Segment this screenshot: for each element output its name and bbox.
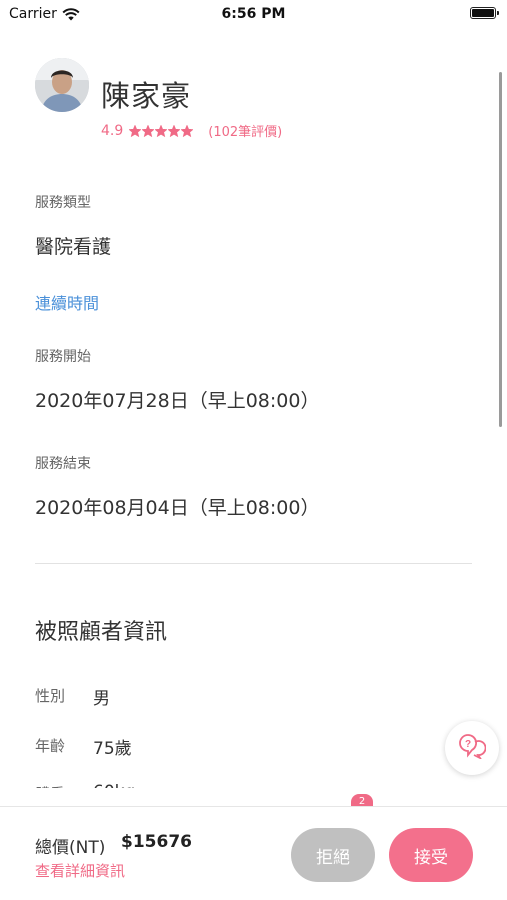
divider (35, 563, 472, 564)
continuous-time-link[interactable]: 連續時間 (35, 290, 99, 314)
service-type-value: 醫院看護 (35, 236, 112, 258)
star-icon (155, 124, 168, 137)
caregiver-name: 陳家豪 (101, 79, 192, 113)
rating-stars (129, 124, 194, 137)
age-value: 75歲 (93, 739, 132, 759)
service-type-label: 服務類型 (35, 195, 91, 211)
weight-label: 體重 (35, 783, 65, 788)
service-end-value: 2020年08月04日（早上08:00） (35, 497, 320, 519)
star-icon (168, 124, 181, 137)
service-start-value: 2020年07月28日（早上08:00） (35, 390, 320, 412)
reject-button[interactable]: 拒絕 (291, 828, 375, 882)
rating-row: 4.9 (102筆評價) (101, 121, 283, 141)
status-bar: Carrier 6:56 PM (0, 0, 507, 28)
svg-text:?: ? (465, 739, 471, 750)
star-icon (142, 124, 155, 137)
avatar (35, 58, 89, 112)
weight-value: 60kg (93, 782, 135, 788)
view-details-link[interactable]: 查看詳細資訊 (35, 860, 125, 881)
gender-label: 性別 (35, 687, 66, 705)
recipient-section-title: 被照顧者資訊 (35, 620, 168, 645)
scrollbar[interactable] (499, 72, 502, 427)
star-icon (181, 124, 194, 137)
gender-value: 男 (93, 689, 110, 709)
rating-score: 4.9 (101, 122, 124, 139)
review-count: (102筆評價) (208, 125, 283, 140)
total-label: 總價(NT) (35, 838, 106, 858)
order-footer: 總價(NT) $15676 查看詳細資訊 拒絕 接受 (0, 806, 507, 900)
chat-question-icon: ? (458, 733, 487, 763)
clock: 6:56 PM (221, 6, 286, 22)
service-start-label: 服務開始 (35, 349, 91, 365)
total-price: $15676 (121, 832, 192, 852)
service-end-label: 服務結束 (35, 456, 91, 472)
accept-button[interactable]: 接受 (389, 828, 473, 882)
battery-icon (470, 7, 499, 19)
help-chat-button[interactable]: ? (445, 721, 499, 775)
star-icon (129, 124, 142, 137)
age-label: 年齡 (35, 737, 66, 755)
order-detail-scroll[interactable]: 陳家豪 4.9 (102筆評價) 服務類型 醫院看護 連續時間 服務開始 202… (0, 28, 507, 788)
